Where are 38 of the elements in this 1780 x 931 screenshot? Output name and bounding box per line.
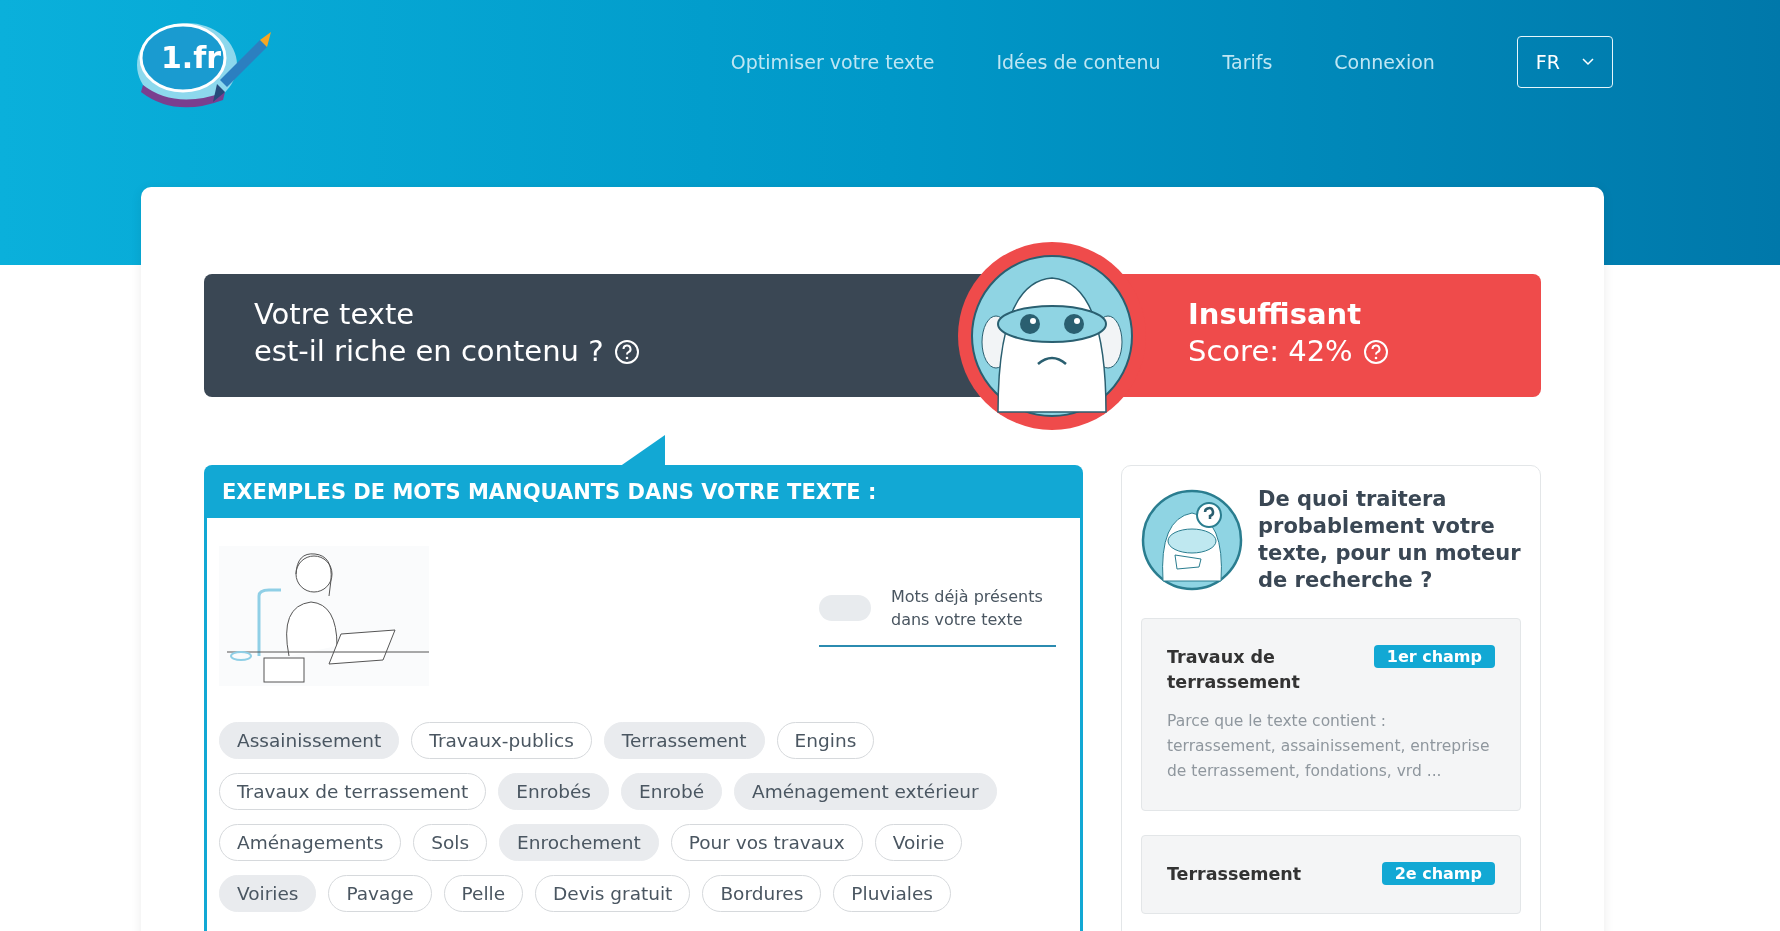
keyword-tag: Assainissement <box>219 722 400 759</box>
keyword-tag: Devis gratuit <box>535 875 691 912</box>
nav-link[interactable]: Connexion <box>1334 51 1435 73</box>
keyword-tag: Enrochement <box>499 824 659 861</box>
keyword-tag: Pelle <box>443 875 524 912</box>
nav-link[interactable]: Tarifs <box>1222 51 1273 73</box>
rank-badge: 1er champ <box>1373 645 1495 668</box>
keyword-tag: Aménagement extérieur <box>734 773 997 810</box>
toggle-label: Mots déjà présents dans votre texte <box>891 586 1044 631</box>
rank-badge: 2e champ <box>1381 862 1495 885</box>
topic-reason: Parce que le texte contient : terrassement, assainissement, entreprise de terrassement, fondations, vrd ... <box>1167 711 1491 782</box>
topic-name: Terrassement <box>1167 863 1302 886</box>
score-text: Score: 42% <box>1188 333 1353 370</box>
question-text: est-il riche en contenu ? <box>254 333 604 370</box>
keyword-tag: Sols <box>413 824 488 861</box>
chevron-down-icon <box>1582 58 1594 66</box>
keyword-tag: Enrobé <box>621 773 723 810</box>
nav-link[interactable]: Idées de contenu <box>996 51 1161 73</box>
keyword-tag: Terrassement <box>603 722 765 759</box>
nav-link[interactable]: Optimiser votre texte <box>730 51 935 73</box>
help-icon[interactable] <box>613 338 640 365</box>
topic-name: Travaux de terrassement <box>1167 646 1301 694</box>
keyword-tag: Engins <box>776 722 875 759</box>
thinking-robot-icon <box>1141 489 1243 591</box>
language-select[interactable]: FR <box>1516 36 1613 88</box>
keyword-tag: Voirie <box>874 824 963 861</box>
keyword-tag: Voiries <box>219 875 317 912</box>
verdict-text: Insuffisant <box>1188 296 1363 333</box>
keyword-tag: Pluviales <box>833 875 951 912</box>
keyword-tag: Aménagements <box>219 824 402 861</box>
keyword-tag: Pavage <box>328 875 432 912</box>
question-text: Votre texte <box>254 296 416 333</box>
keyword-tag: Pour vos travaux <box>670 824 863 861</box>
keyword-tag: Travaux-publics <box>411 722 592 759</box>
keyword-tag: Travaux de terrassement <box>219 773 487 810</box>
topics-title: De quoi traitera probablement votre texte, pour un moteur de recherche ? <box>1258 486 1521 594</box>
keyword-tag: Bordures <box>702 875 822 912</box>
keyword-tag: Enrobés <box>498 773 609 810</box>
